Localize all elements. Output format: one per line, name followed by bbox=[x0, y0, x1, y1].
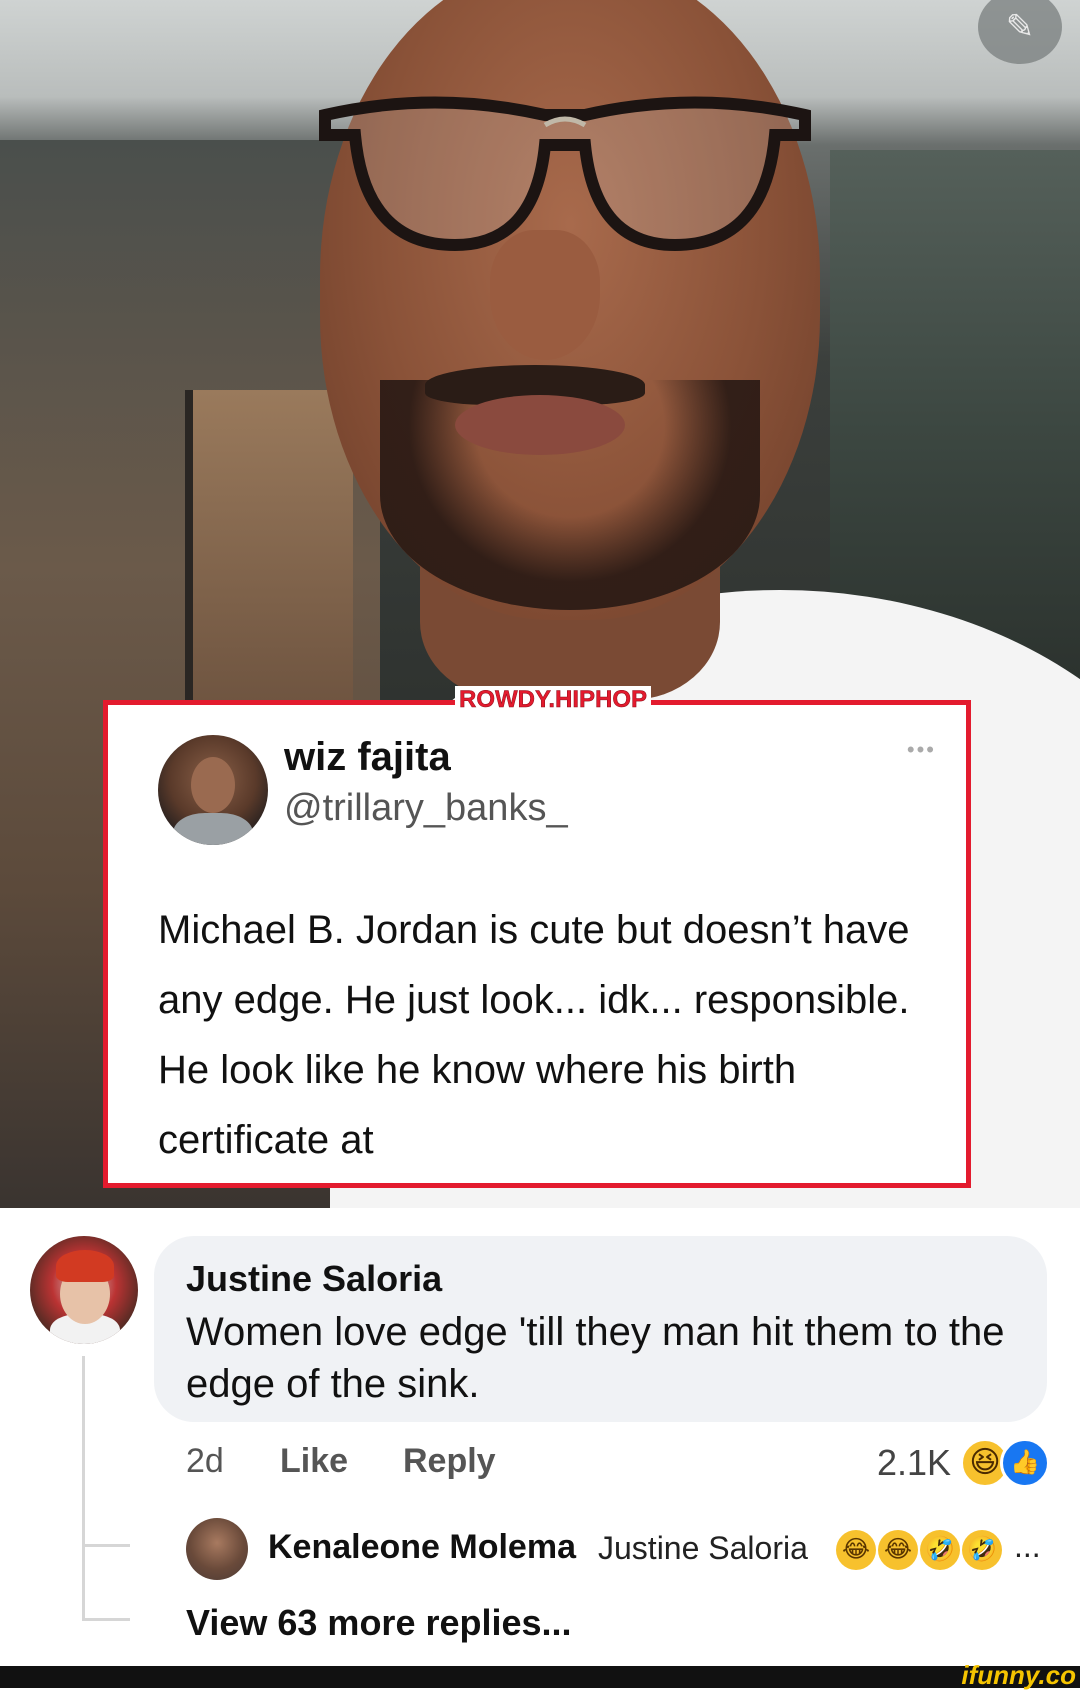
like-button[interactable]: Like bbox=[280, 1442, 348, 1481]
reply-author[interactable]: Kenaleone Molema bbox=[268, 1528, 576, 1567]
reaction-count[interactable]: 2.1K bbox=[877, 1442, 951, 1484]
comment-text: Women love edge 'till they man hit them … bbox=[186, 1310, 1005, 1406]
tweet-avatar[interactable] bbox=[158, 735, 268, 845]
comment-author[interactable]: Justine Saloria bbox=[186, 1258, 442, 1300]
watermark-label: ROWDY.HIPHOP bbox=[455, 686, 652, 714]
reply-emojis: 😂 😂 🤣 🤣 bbox=[836, 1530, 1002, 1570]
tweet-author-name[interactable]: wiz fajita bbox=[284, 735, 451, 780]
photo-doorway bbox=[185, 390, 353, 710]
rofl-emoji-icon: 🤣 bbox=[962, 1530, 1002, 1570]
photo-lips bbox=[455, 395, 625, 455]
more-options-icon[interactable]: ••• bbox=[907, 737, 936, 763]
thread-branch bbox=[82, 1544, 130, 1547]
comment-bubble: Justine Saloria Women love edge 'till th… bbox=[154, 1236, 1047, 1422]
tears-of-joy-emoji-icon: 😂 bbox=[878, 1530, 918, 1570]
tweet-author-handle[interactable]: @trillary_banks_ bbox=[284, 787, 568, 830]
comment-age: 2d bbox=[186, 1442, 224, 1480]
edit-button[interactable]: ✎ bbox=[978, 0, 1062, 64]
like-emoji-icon: 👍 bbox=[1000, 1438, 1050, 1488]
avatar-face bbox=[191, 757, 235, 813]
tweet-text: Michael B. Jordan is cute but doesn’t ha… bbox=[158, 908, 910, 1162]
tweet-card: wiz fajita @trillary_banks_ ••• Michael … bbox=[103, 700, 971, 1188]
glasses-icon bbox=[319, 96, 811, 252]
avatar-body bbox=[173, 813, 253, 845]
avatar-hair bbox=[56, 1250, 114, 1282]
ifunny-logo: ifunny.co bbox=[961, 1660, 1076, 1690]
reply-mention[interactable]: Justine Saloria bbox=[598, 1530, 808, 1567]
pencil-icon: ✎ bbox=[1005, 8, 1035, 46]
tears-of-joy-emoji-icon: 😂 bbox=[836, 1530, 876, 1570]
reply-button[interactable]: Reply bbox=[403, 1442, 496, 1481]
view-more-replies-link[interactable]: View 63 more replies... bbox=[186, 1602, 572, 1644]
reply-ellipsis: ... bbox=[1014, 1528, 1041, 1564]
rofl-emoji-icon: 🤣 bbox=[920, 1530, 960, 1570]
footer-bar: ifunny.co bbox=[0, 1660, 1080, 1690]
thread-branch bbox=[82, 1618, 130, 1621]
thread-line bbox=[82, 1356, 85, 1618]
reply-avatar[interactable] bbox=[186, 1518, 248, 1580]
commenter-avatar[interactable] bbox=[30, 1236, 138, 1344]
